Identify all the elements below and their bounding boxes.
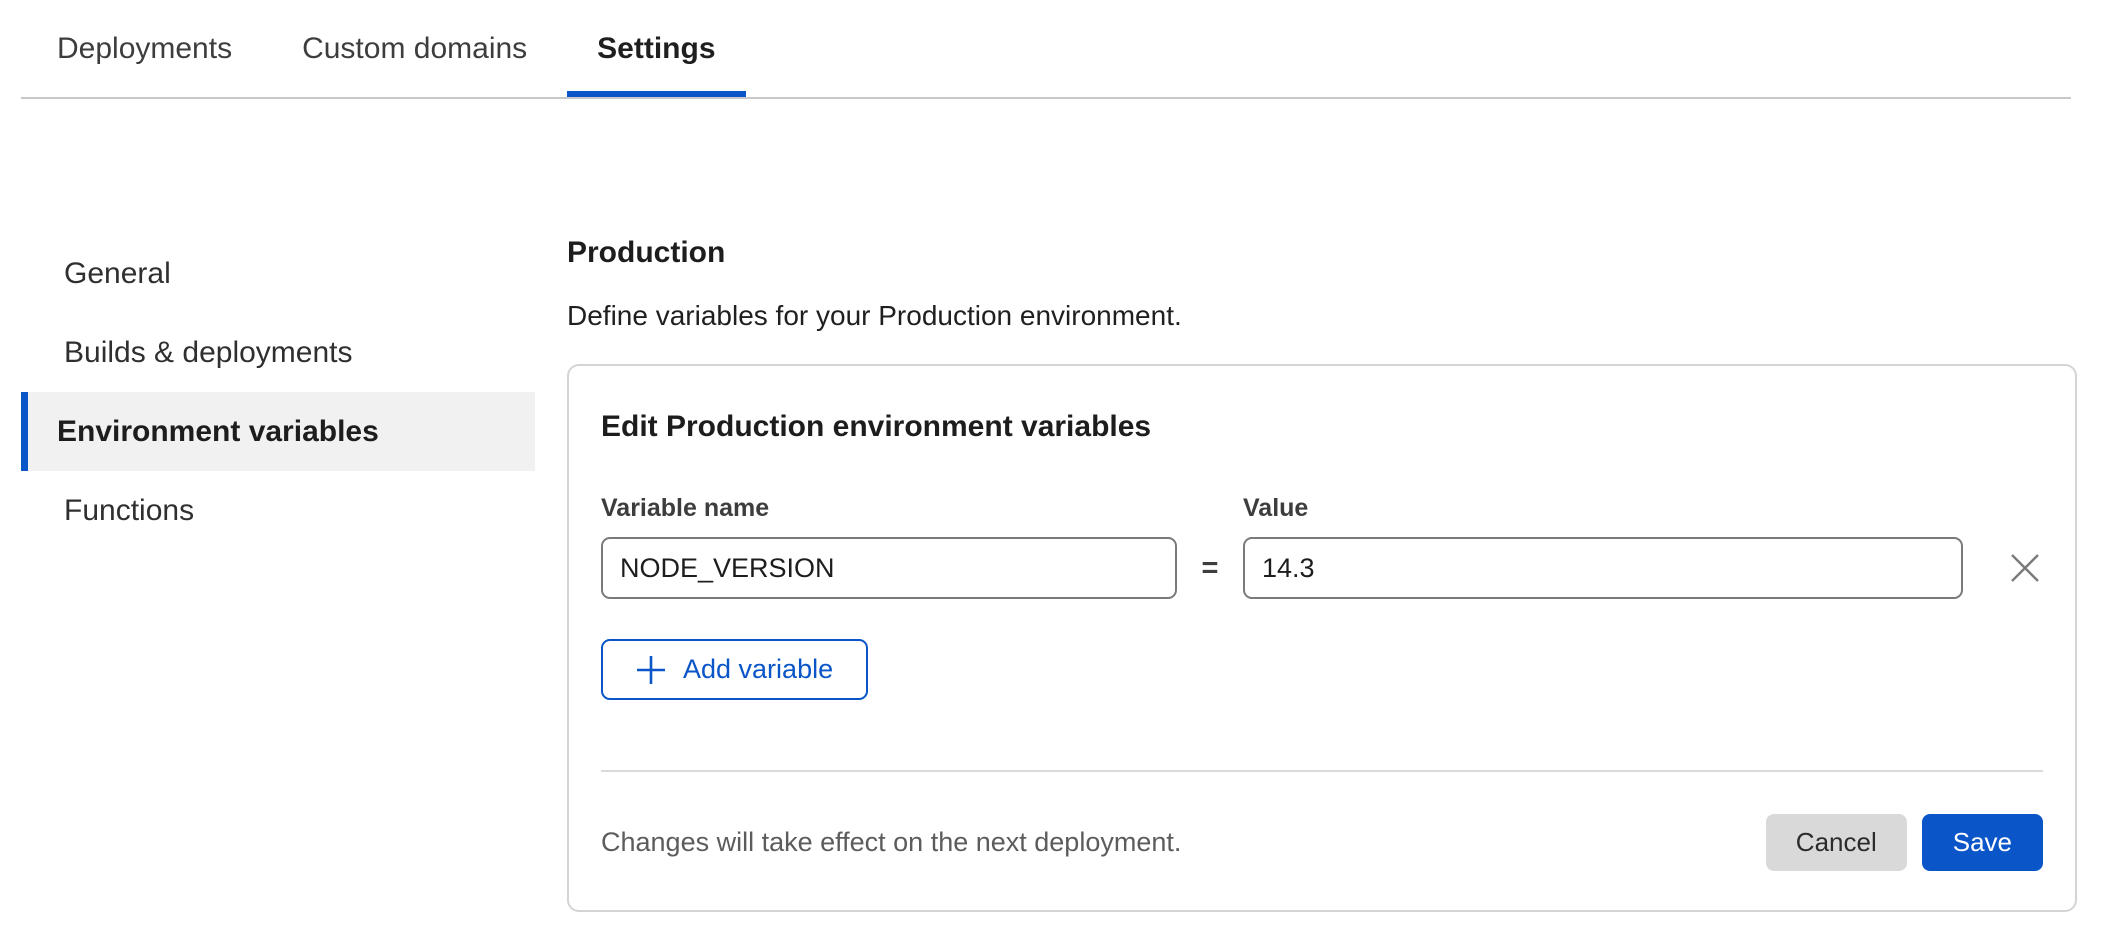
variable-value-input[interactable] <box>1243 537 1963 599</box>
page-container: Deployments Custom domains Settings Gene… <box>21 0 2071 912</box>
add-variable-label: Add variable <box>683 654 833 685</box>
sidebar-item-builds-deployments[interactable]: Builds & deployments <box>21 313 535 392</box>
sidebar-item-environment-variables[interactable]: Environment variables <box>21 392 535 471</box>
content-area: General Builds & deployments Environment… <box>21 234 2071 912</box>
page-title: Production <box>567 236 2077 270</box>
tab-deployments[interactable]: Deployments <box>27 0 262 97</box>
sidebar-item-functions[interactable]: Functions <box>21 471 535 550</box>
variable-name-input[interactable] <box>601 537 1177 599</box>
save-button[interactable]: Save <box>1922 814 2043 871</box>
add-variable-button[interactable]: Add variable <box>601 639 868 700</box>
page-subtitle: Define variables for your Production env… <box>567 300 2077 332</box>
card-footer: Changes will take effect on the next dep… <box>601 814 2043 871</box>
settings-sidebar: General Builds & deployments Environment… <box>21 234 535 912</box>
sidebar-item-general[interactable]: General <box>21 234 535 313</box>
close-icon <box>2010 553 2040 583</box>
tab-custom-domains[interactable]: Custom domains <box>272 0 557 97</box>
cancel-button[interactable]: Cancel <box>1766 814 1907 871</box>
tab-settings[interactable]: Settings <box>567 0 745 97</box>
remove-variable-button[interactable] <box>2007 550 2043 586</box>
field-labels-row: Variable name Value <box>601 494 2043 523</box>
value-label: Value <box>1243 494 1308 523</box>
environment-variables-card: Edit Production environment variables Va… <box>567 364 2077 912</box>
equals-sign: = <box>1177 552 1243 585</box>
card-divider <box>601 770 2043 772</box>
variable-name-label: Variable name <box>601 494 1243 523</box>
card-title: Edit Production environment variables <box>601 410 2043 444</box>
footer-note: Changes will take effect on the next dep… <box>601 827 1766 858</box>
main-panel: Production Define variables for your Pro… <box>567 234 2077 912</box>
variable-row: = <box>601 537 2043 599</box>
top-tab-bar: Deployments Custom domains Settings <box>21 0 2071 99</box>
plus-icon <box>636 655 666 685</box>
